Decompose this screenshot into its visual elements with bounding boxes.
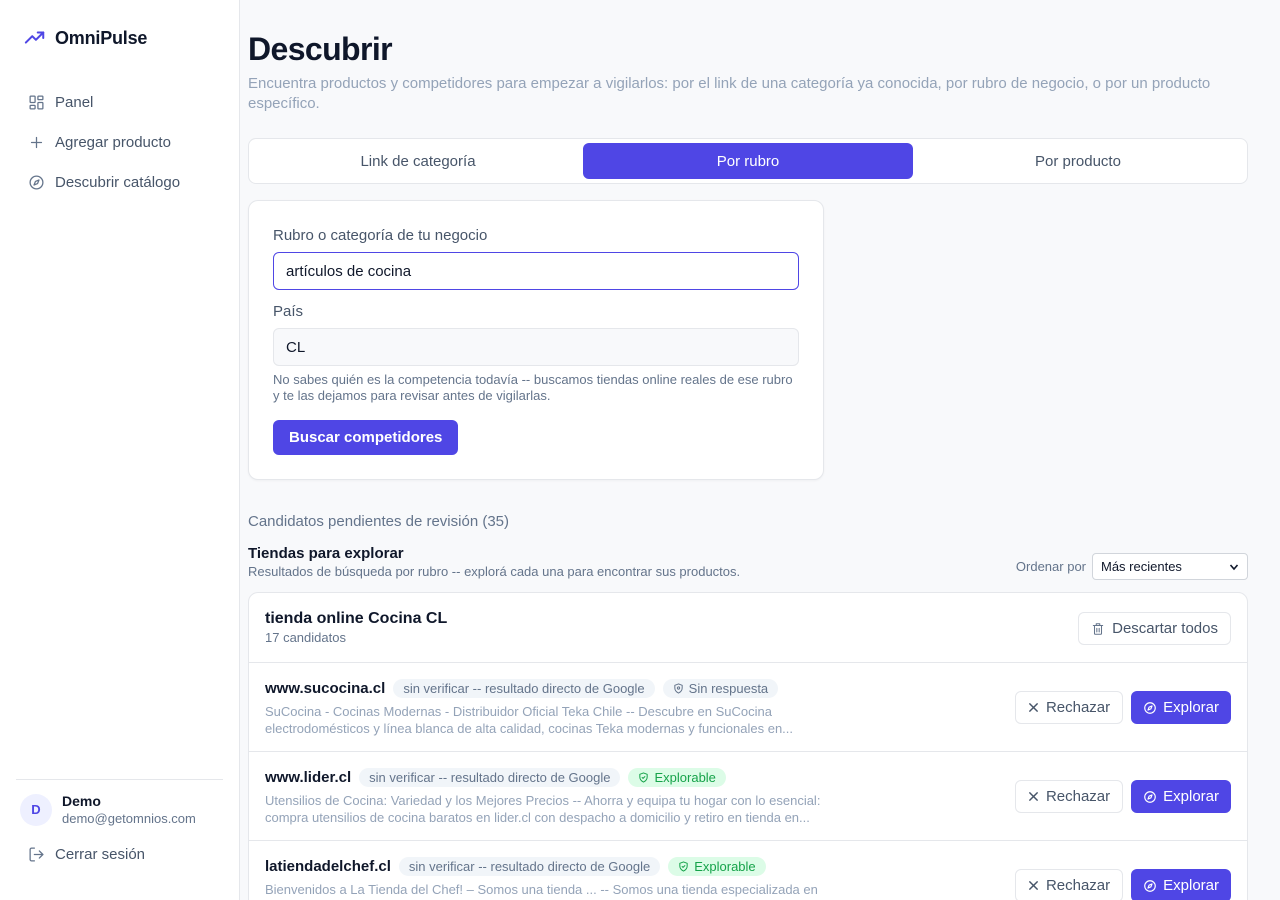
- list-item: www.lider.cl sin verificar -- resultado …: [249, 752, 1247, 841]
- candidates-list: tienda online Cocina CL 17 candidatos De…: [248, 592, 1248, 900]
- sidebar-item-descubrir-catalogo[interactable]: Descubrir catálogo: [16, 162, 224, 202]
- section-title: Tiendas para explorar: [248, 545, 404, 562]
- sidebar-nav: Panel Agregar producto Descubrir catálog…: [16, 82, 224, 202]
- avatar: D: [20, 793, 52, 826]
- chevron-down-icon: [1229, 563, 1239, 570]
- sidebar-item-panel[interactable]: Panel: [16, 82, 224, 122]
- reject-button[interactable]: Rechazar: [1014, 691, 1124, 724]
- status-text: Explorable: [654, 770, 716, 785]
- tab-por-producto[interactable]: Por producto: [913, 143, 1243, 179]
- reject-button[interactable]: Rechazar: [1014, 780, 1124, 813]
- reject-button[interactable]: Rechazar: [1014, 869, 1124, 900]
- pending-count: Candidatos pendientes de revisión (35): [248, 513, 509, 530]
- explore-button[interactable]: Explorar: [1131, 869, 1231, 900]
- status-badge: Explorable: [628, 768, 726, 787]
- source-badge: sin verificar -- resultado directo de Go…: [398, 857, 661, 876]
- explore-label: Explorar: [1163, 788, 1219, 805]
- logout-icon: [29, 847, 44, 862]
- close-icon: [1029, 703, 1038, 712]
- sidebar-divider: [16, 779, 223, 780]
- list-item: latiendadelchef.cl sin verificar -- resu…: [249, 841, 1247, 900]
- compass-icon: [1144, 701, 1156, 714]
- source-badge: sin verificar -- resultado directo de Go…: [359, 768, 621, 787]
- sidebar-item-label: Panel: [55, 93, 94, 111]
- reject-label: Rechazar: [1045, 699, 1111, 716]
- app-name: OmniPulse: [55, 27, 148, 48]
- discard-all-button[interactable]: Descartar todos: [1078, 612, 1231, 645]
- status-text: Explorable: [694, 859, 756, 874]
- shield-check-icon: [679, 861, 688, 872]
- tab-por-rubro[interactable]: Por rubro: [583, 143, 913, 179]
- logout-button[interactable]: Cerrar sesión: [28, 846, 145, 863]
- group-count: 17 candidatos: [265, 630, 346, 645]
- explore-label: Explorar: [1163, 877, 1219, 894]
- sidebar: OmniPulse Panel Agregar producto Descubr…: [0, 0, 240, 900]
- rubro-input[interactable]: [273, 252, 799, 290]
- shield-icon: [674, 683, 683, 694]
- candidate-description: Bienvenidos a La Tienda del Chef! – Somo…: [265, 882, 818, 897]
- group-header: tienda online Cocina CL 17 candidatos De…: [249, 593, 1247, 663]
- close-icon: [1029, 792, 1038, 801]
- reject-label: Rechazar: [1045, 877, 1111, 894]
- discover-tabs: Link de categoría Por rubro Por producto: [248, 138, 1248, 184]
- candidate-domain: www.sucocina.cl: [265, 680, 386, 697]
- user-card: D Demo demo@getomnios.com: [20, 793, 196, 826]
- explore-button[interactable]: Explorar: [1131, 691, 1231, 724]
- pais-input[interactable]: [273, 328, 799, 366]
- group-title: tienda online Cocina CL: [265, 610, 448, 627]
- plus-icon: [30, 136, 43, 148]
- section-subtitle: Resultados de búsqueda por rubro -- expl…: [248, 564, 741, 579]
- sort-select[interactable]: Más recientes: [1092, 553, 1248, 580]
- candidate-description: SuCocina - Cocinas Modernas - Distribuid…: [265, 704, 794, 736]
- sidebar-item-agregar-producto[interactable]: Agregar producto: [16, 122, 224, 162]
- rubro-label: Rubro o categoría de tu negocio: [273, 227, 488, 244]
- compass-icon: [29, 174, 44, 190]
- status-badge: Explorable: [668, 857, 766, 876]
- reject-label: Rechazar: [1045, 788, 1111, 805]
- pais-label: País: [273, 303, 304, 320]
- compass-icon: [1144, 879, 1156, 892]
- sort-value: Más recientes: [1101, 559, 1182, 574]
- user-name: Demo: [62, 793, 101, 809]
- discard-all-label: Descartar todos: [1112, 620, 1218, 637]
- sort-label: Ordenar por: [1015, 559, 1086, 574]
- sidebar-item-label: Agregar producto: [55, 133, 171, 151]
- trash-icon: [1092, 622, 1104, 635]
- source-badge: sin verificar -- resultado directo de Go…: [393, 679, 655, 698]
- status-text: Sin respuesta: [688, 681, 769, 696]
- page-title: Descubrir: [248, 31, 393, 67]
- explore-label: Explorar: [1163, 699, 1219, 716]
- page-subtitle: Encuentra productos y competidores para …: [248, 75, 1211, 112]
- explore-button[interactable]: Explorar: [1131, 780, 1231, 813]
- search-form-card: Rubro o categoría de tu negocio País No …: [248, 200, 824, 480]
- tab-link-categoria[interactable]: Link de categoría: [253, 143, 583, 179]
- brand[interactable]: OmniPulse: [24, 27, 147, 49]
- candidate-domain: www.lider.cl: [265, 769, 352, 786]
- search-competitors-button[interactable]: Buscar competidores: [273, 420, 459, 455]
- sort-control: Ordenar por Más recientes: [1016, 553, 1248, 580]
- user-email: demo@getomnios.com: [62, 811, 196, 826]
- close-icon: [1029, 881, 1038, 890]
- compass-icon: [1144, 790, 1156, 803]
- shield-check-icon: [639, 772, 649, 783]
- grid-icon: [29, 94, 44, 110]
- logout-label: Cerrar sesión: [55, 846, 146, 863]
- status-badge: Sin respuesta: [662, 679, 779, 698]
- list-item: www.sucocina.cl sin verificar -- resulta…: [249, 663, 1247, 752]
- candidate-domain: latiendadelchef.cl: [265, 858, 391, 875]
- candidate-description: Utensilios de Cocina: Variedad y los Mej…: [265, 793, 821, 825]
- trending-up-icon: [24, 31, 45, 44]
- sidebar-item-label: Descubrir catálogo: [55, 173, 181, 191]
- form-help-text: No sabes quién es la competencia todavía…: [273, 372, 793, 403]
